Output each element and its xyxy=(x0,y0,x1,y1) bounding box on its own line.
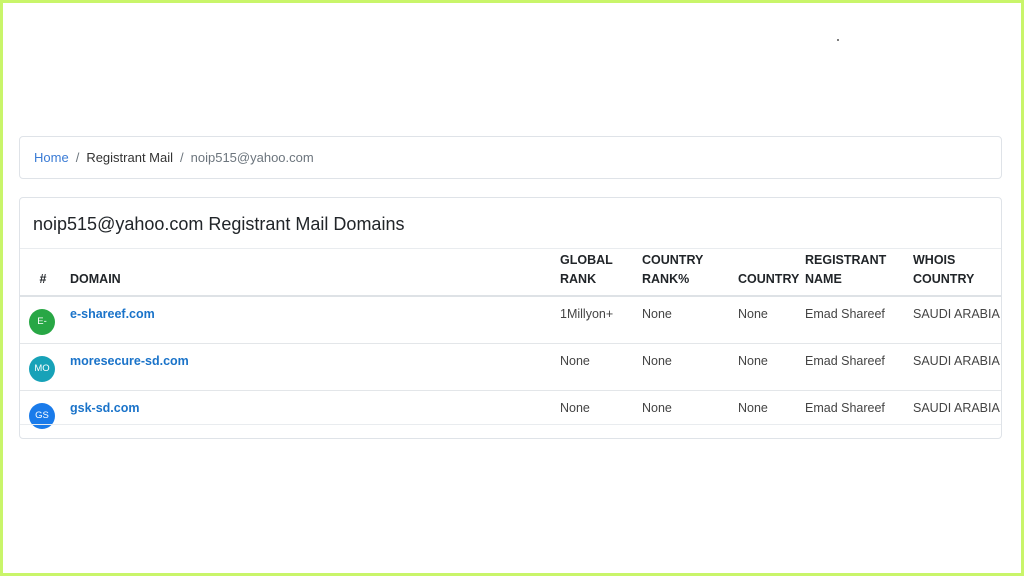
breadcrumb-separator: / xyxy=(75,150,80,165)
country-cell: None xyxy=(738,401,768,415)
global-rank-cell: None xyxy=(560,401,590,415)
table-row: E- e-shareef.com 1Millyon+ None None Ema… xyxy=(20,296,1001,344)
domain-link[interactable]: e-shareef.com xyxy=(70,307,155,321)
table-header-row: # DOMAIN GLOBAL RANK COUNTRY RANK% COUNTRY… xyxy=(20,249,1001,297)
breadcrumb-current: noip515@yahoo.com xyxy=(190,150,314,165)
country-cell: None xyxy=(734,343,801,391)
registrant-name-cell: Emad Shareef xyxy=(801,296,909,344)
country-rank-cell: None xyxy=(638,296,734,344)
country-cell: None xyxy=(734,296,801,344)
domain-avatar: E- xyxy=(29,308,55,335)
breadcrumb-home-link[interactable]: Home xyxy=(34,150,69,165)
whois-country-cell: SAUDI ARABIA xyxy=(909,296,1001,344)
breadcrumb-registrant-mail: Registrant Mail xyxy=(86,150,174,165)
table-row: MO moresecure-sd.com None None None Emad… xyxy=(20,343,1001,391)
domain-link[interactable]: gsk-sd.com xyxy=(70,401,139,415)
global-rank-cell: 1Millyon+ xyxy=(556,296,638,344)
domains-table: # DOMAIN GLOBAL RANK COUNTRY RANK% COUNTRY… xyxy=(20,249,1001,437)
whois-country-cell: SAUDI ARABIA xyxy=(913,401,1000,415)
domain-link[interactable]: moresecure-sd.com xyxy=(70,354,189,368)
header-num: # xyxy=(20,249,66,297)
country-rank-cell: None xyxy=(638,343,734,391)
breadcrumb-separator: / xyxy=(180,150,184,165)
whois-country-cell: SAUDI ARABIA xyxy=(909,343,1001,391)
domain-avatar: MO xyxy=(29,355,55,382)
country-rank-cell: None xyxy=(642,401,672,415)
header-domain: DOMAIN xyxy=(66,249,556,297)
card-footer-divider xyxy=(20,424,1001,425)
header-global-rank: GLOBAL RANK xyxy=(556,249,638,297)
registrant-name-cell: Emad Shareef xyxy=(801,343,909,391)
registrant-name-cell: Emad Shareef xyxy=(805,401,885,415)
header-whois-country: WHOIS COUNTRY xyxy=(909,249,1001,297)
header-country-rank: COUNTRY RANK% xyxy=(638,249,734,297)
global-rank-cell: None xyxy=(556,343,638,391)
card-title: noip515@yahoo.com Registrant Mail Domain… xyxy=(33,214,405,234)
domains-table-wrapper: # DOMAIN GLOBAL RANK COUNTRY RANK% COUNTRY… xyxy=(20,249,1001,437)
breadcrumb: Home / Registrant Mail / noip515@yahoo.c… xyxy=(19,136,1002,179)
table-row: GS gsk-sd.com None None None Emad Sharee… xyxy=(20,391,1001,438)
stray-dot xyxy=(837,39,839,41)
header-registrant-name: REGISTRANT NAME xyxy=(801,249,909,297)
header-country: COUNTRY xyxy=(734,249,801,297)
domains-card: noip515@yahoo.com Registrant Mail Domain… xyxy=(19,197,1002,439)
